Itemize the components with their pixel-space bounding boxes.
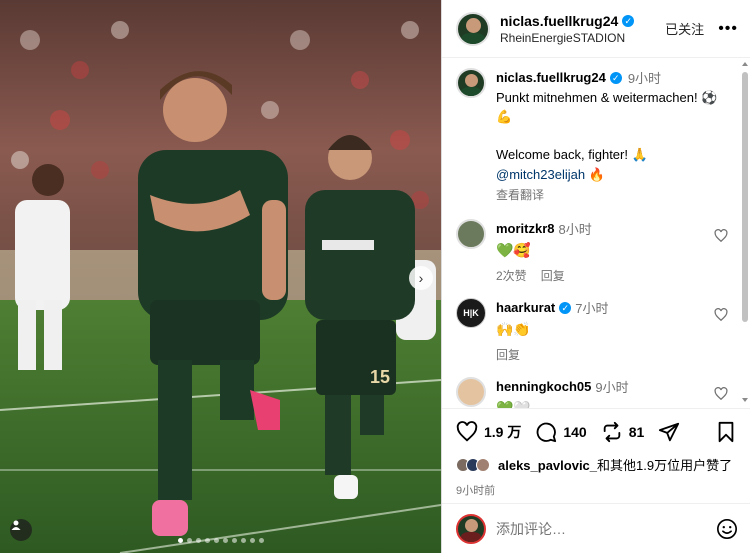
- liked-by-avatars[interactable]: [456, 457, 490, 472]
- liked-by-row: aleks_pavlovic_和其他1.9万位用户赞了: [456, 455, 736, 474]
- carousel-dot: [222, 538, 228, 543]
- comment-icon[interactable]: [535, 421, 557, 443]
- like-comment-heart-icon[interactable]: [714, 387, 728, 401]
- add-comment-bar: [442, 503, 750, 553]
- emoji-icon[interactable]: [716, 518, 738, 540]
- user-icon: [11, 520, 21, 530]
- comment-item: henningkoch05 9小时 💚🤍 2次赞 回复: [456, 377, 750, 408]
- caption-mention-line: @mitch23elijah 🔥: [496, 165, 721, 184]
- caption-body: niclas.fuellkrug24 ✓ 9小时 Punkt mitnehmen…: [496, 68, 721, 203]
- like-comment-heart-icon[interactable]: [714, 229, 728, 243]
- comment-meta: 2次赞 回复: [496, 267, 592, 284]
- post-header: niclas.fuellkrug24 ✓ RheinEnergieSTADION…: [442, 0, 750, 58]
- header-text: niclas.fuellkrug24 ✓ RheinEnergieSTADION: [500, 13, 665, 45]
- commenter-username[interactable]: haarkurat: [496, 300, 555, 315]
- comment-text: 🙌👏: [496, 321, 531, 337]
- post-timestamp[interactable]: 9小时前: [456, 482, 736, 498]
- caption-author-name[interactable]: niclas.fuellkrug24: [496, 70, 606, 85]
- comment-header: haarkurat ✓ 7小时: [496, 298, 608, 317]
- verified-badge-icon: ✓: [559, 301, 572, 314]
- more-options-icon[interactable]: •••: [718, 20, 738, 38]
- reply-button[interactable]: 回复: [541, 267, 565, 284]
- share-action[interactable]: [658, 421, 680, 443]
- comment-time: 8小时: [558, 222, 592, 237]
- commenter-avatar[interactable]: [456, 377, 486, 407]
- comment-body: henningkoch05 9小时 💚🤍 2次赞 回复: [496, 377, 629, 408]
- commenter-avatar[interactable]: [456, 219, 486, 249]
- comment-body: haarkurat ✓ 7小时 🙌👏 回复: [496, 298, 608, 363]
- mention-suffix: 🔥: [585, 167, 605, 182]
- comment-time: 7小时: [575, 301, 609, 316]
- add-comment-input[interactable]: [496, 520, 716, 537]
- carousel-dot: [204, 538, 210, 543]
- carousel-indicator: [0, 538, 441, 543]
- liked-by-text: aleks_pavlovic_和其他1.9万位用户赞了: [498, 455, 732, 474]
- carousel-dot: [195, 538, 201, 543]
- carousel-dot: [177, 538, 183, 543]
- photo-illustration: 15 10: [0, 0, 441, 553]
- location-link[interactable]: RheinEnergieSTADION: [500, 31, 665, 45]
- comment-item: moritzkr8 8小时 💚🥰 2次赞 回复: [456, 219, 750, 284]
- scroll-up-arrow-icon[interactable]: [742, 62, 748, 66]
- next-slide-button[interactable]: ›: [409, 266, 433, 290]
- liked-by-suffix[interactable]: 和其他1.9万位用户赞了: [597, 458, 732, 473]
- like-action[interactable]: 1.9 万: [456, 421, 521, 443]
- like-count[interactable]: 1.9 万: [484, 422, 521, 442]
- bookmark-icon[interactable]: [716, 421, 736, 443]
- caption-text: Punkt mitnehmen & weitermachen! ⚽💪 Welco…: [496, 90, 718, 162]
- caption-header: niclas.fuellkrug24 ✓ 9小时: [496, 68, 721, 87]
- repost-icon[interactable]: [601, 421, 623, 443]
- comments-section[interactable]: niclas.fuellkrug24 ✓ 9小时 Punkt mitnehmen…: [442, 58, 750, 408]
- comment-body: moritzkr8 8小时 💚🥰 2次赞 回复: [496, 219, 592, 284]
- author-name[interactable]: niclas.fuellkrug24: [500, 13, 618, 29]
- following-button[interactable]: 已关注: [665, 19, 704, 38]
- carousel-dot: [231, 538, 237, 543]
- liker-avatar: [476, 457, 490, 472]
- post-details-panel: niclas.fuellkrug24 ✓ RheinEnergieSTADION…: [442, 0, 750, 553]
- carousel-dot: [240, 538, 246, 543]
- commenter-avatar[interactable]: H|K: [456, 298, 486, 328]
- action-bar: 1.9 万 140 81: [456, 419, 736, 445]
- comment-header: moritzkr8 8小时: [496, 219, 592, 238]
- comment-list: moritzkr8 8小时 💚🥰 2次赞 回复 H|K haarkurat ✓ …: [456, 219, 750, 408]
- see-translation-link[interactable]: 查看翻译: [496, 186, 721, 203]
- carousel-dot: [186, 538, 192, 543]
- send-icon[interactable]: [658, 421, 680, 443]
- repost-count[interactable]: 81: [629, 424, 645, 440]
- post-caption: niclas.fuellkrug24 ✓ 9小时 Punkt mitnehmen…: [456, 68, 750, 203]
- instagram-post-modal: 15 10 › niclas.fuel: [0, 0, 750, 553]
- post-photo[interactable]: 15 10 ›: [0, 0, 441, 553]
- author-avatar[interactable]: [456, 11, 490, 46]
- comment-count[interactable]: 140: [563, 424, 586, 440]
- like-comment-heart-icon[interactable]: [714, 308, 728, 322]
- carousel-dot: [258, 538, 264, 543]
- comment-action[interactable]: 140: [535, 421, 587, 443]
- comment-likes[interactable]: 2次赞: [496, 267, 527, 284]
- caption-time: 9小时: [627, 71, 662, 86]
- current-user-avatar: [456, 513, 486, 544]
- svg-text:15: 15: [370, 367, 390, 387]
- commenter-username[interactable]: moritzkr8: [496, 221, 555, 236]
- comment-text: 💚🥰: [496, 242, 531, 258]
- comment-meta: 回复: [496, 346, 608, 363]
- reply-button[interactable]: 回复: [496, 346, 520, 363]
- verified-badge-icon: ✓: [622, 14, 635, 27]
- heart-icon[interactable]: [456, 421, 478, 443]
- post-actions: 1.9 万 140 81 aleks_pavlovic_和其他1.9万位用户赞了…: [442, 408, 750, 498]
- verified-badge-icon: ✓: [609, 71, 622, 84]
- caption-author-avatar[interactable]: [456, 68, 486, 98]
- commenter-username[interactable]: henningkoch05: [496, 379, 591, 394]
- comment-header: henningkoch05 9小时: [496, 377, 629, 396]
- comment-time: 9小时: [595, 380, 629, 395]
- carousel-dot: [249, 538, 255, 543]
- comment-avatar-label: H|K: [463, 308, 479, 318]
- liker-username[interactable]: aleks_pavlovic_: [498, 458, 597, 473]
- mention-link[interactable]: @mitch23elijah: [496, 167, 585, 182]
- carousel-dot: [213, 538, 219, 543]
- comment-text: 💚🤍: [496, 400, 531, 408]
- scrollbar-thumb[interactable]: [742, 72, 748, 322]
- repost-action[interactable]: 81: [601, 421, 645, 443]
- comment-item: H|K haarkurat ✓ 7小时 🙌👏 回复: [456, 298, 750, 363]
- author-username[interactable]: niclas.fuellkrug24 ✓: [500, 13, 665, 29]
